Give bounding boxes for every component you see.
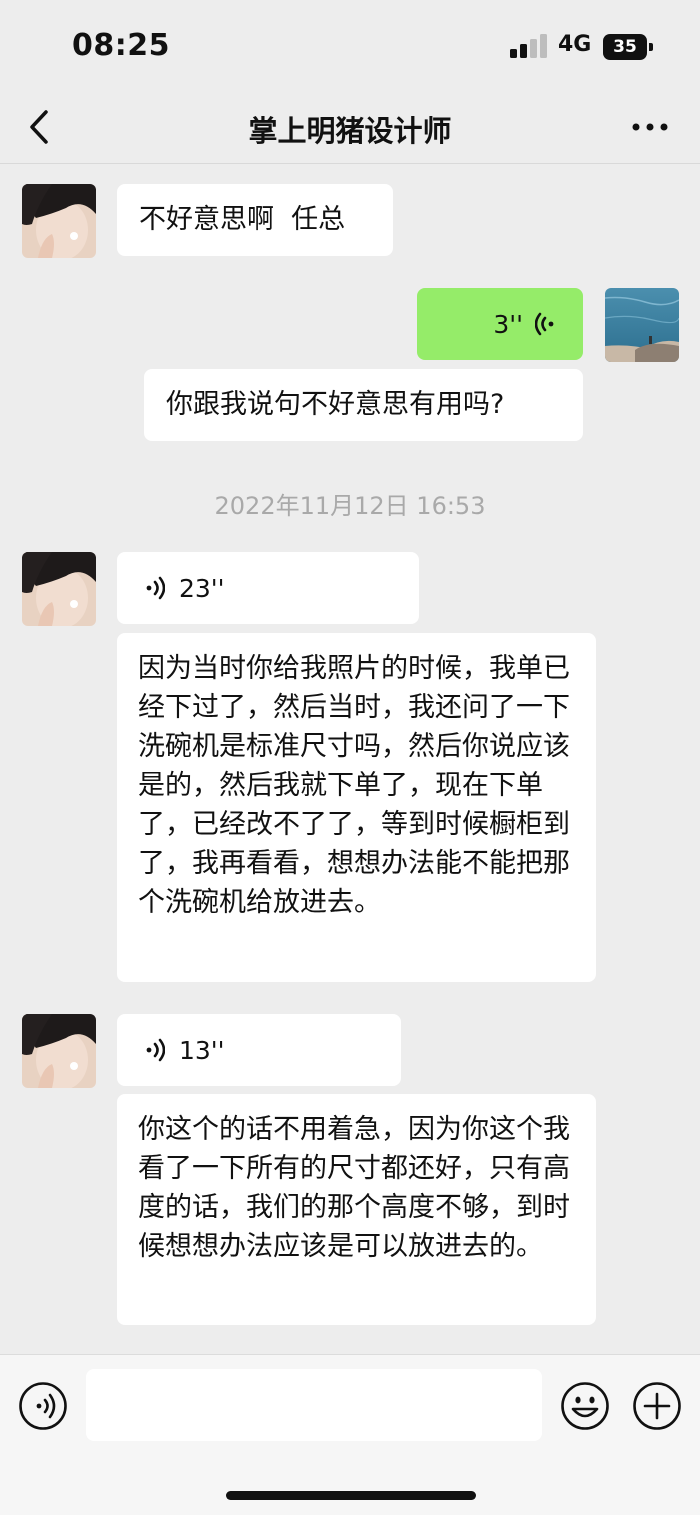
chat-title: 掌上明猪设计师 bbox=[248, 114, 452, 148]
input-bar bbox=[0, 1354, 700, 1515]
voice-duration: 23'' bbox=[179, 573, 225, 603]
voice-input-icon[interactable] bbox=[18, 1381, 68, 1431]
battery-tip bbox=[649, 43, 653, 51]
message-text: 你这个的话不用着急，因为你这个我看了一下所有的尺寸都还好，只有高度的话，我们的那… bbox=[138, 1114, 570, 1262]
chat-message-list[interactable]: 不好意思啊 任总 3'' 你跟我说句不好意思有用吗? 2022年11月12日 1… bbox=[0, 164, 700, 1354]
plus-icon[interactable] bbox=[632, 1381, 682, 1431]
message-bubble[interactable]: 你跟我说句不好意思有用吗? bbox=[144, 369, 583, 441]
voice-wave-icon bbox=[146, 1038, 165, 1062]
message-bubble[interactable]: 因为当时你给我照片的时候，我单已经下过了，然后当时，我还问了一下洗碗机是标准尺寸… bbox=[117, 633, 596, 982]
voice-message-bubble[interactable]: 13'' bbox=[117, 1014, 401, 1086]
home-indicator bbox=[226, 1491, 476, 1500]
chat-timestamp: 2022年11月12日 16:53 bbox=[214, 492, 486, 520]
message-input[interactable] bbox=[86, 1369, 542, 1441]
message-text: 不好意思啊 任总 bbox=[139, 204, 346, 235]
more-dots-icon[interactable] bbox=[628, 112, 672, 142]
voice-message-bubble[interactable]: 23'' bbox=[117, 552, 419, 624]
message-bubble[interactable]: 你这个的话不用着急，因为你这个我看了一下所有的尺寸都还好，只有高度的话，我们的那… bbox=[117, 1094, 596, 1325]
battery-icon: 35 bbox=[603, 34, 653, 60]
cellular-signal-icon bbox=[510, 34, 547, 58]
voice-duration: 13'' bbox=[179, 1035, 225, 1065]
voice-wave-icon bbox=[146, 576, 165, 600]
emoji-icon[interactable] bbox=[560, 1381, 610, 1431]
status-time: 08:25 bbox=[72, 28, 170, 63]
nav-bar: 掌上明猪设计师 bbox=[0, 92, 700, 164]
battery-level: 35 bbox=[603, 34, 647, 60]
my-avatar[interactable] bbox=[605, 288, 679, 362]
contact-avatar[interactable] bbox=[22, 184, 96, 258]
voice-wave-icon bbox=[535, 312, 554, 336]
network-type: 4G bbox=[558, 32, 592, 57]
voice-duration: 3'' bbox=[493, 309, 523, 339]
status-bar: 08:25 4G 35 bbox=[0, 0, 700, 92]
message-bubble[interactable]: 不好意思啊 任总 bbox=[117, 184, 393, 256]
contact-avatar[interactable] bbox=[22, 1014, 96, 1088]
voice-message-bubble[interactable]: 3'' bbox=[417, 288, 583, 360]
chevron-left-icon[interactable] bbox=[22, 106, 56, 148]
message-text: 因为当时你给我照片的时候，我单已经下过了，然后当时，我还问了一下洗碗机是标准尺寸… bbox=[138, 653, 570, 918]
message-text: 你跟我说句不好意思有用吗? bbox=[166, 389, 505, 420]
contact-avatar[interactable] bbox=[22, 552, 96, 626]
